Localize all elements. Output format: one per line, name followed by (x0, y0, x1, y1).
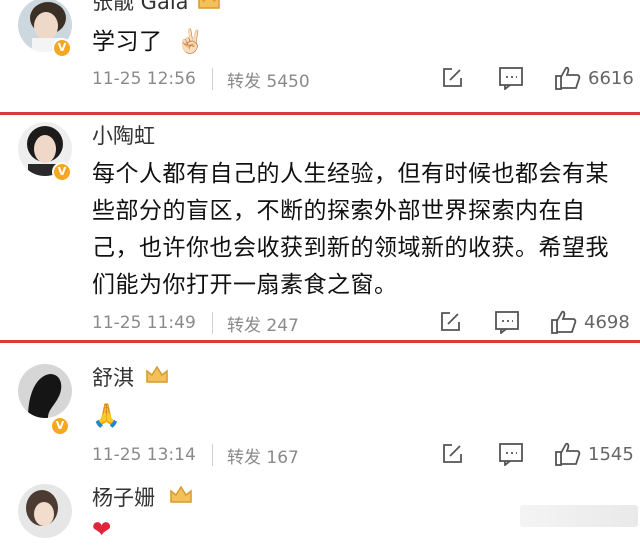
heart-emoji: ❤ (92, 517, 112, 543)
like-button[interactable]: 1545 (554, 440, 634, 468)
verified-badge-icon: V (52, 38, 72, 58)
comment-username[interactable]: 张靓 Gala (92, 0, 189, 16)
verified-badge-icon: V (52, 162, 72, 182)
like-count: 1545 (588, 443, 634, 465)
comment-text-body: 学习了 (92, 29, 163, 55)
edit-icon[interactable] (440, 442, 464, 466)
crown-badge-icon (198, 0, 220, 9)
divider (212, 68, 213, 90)
comment-time: 11-25 12:56 (92, 69, 196, 89)
like-count: 4698 (584, 311, 630, 333)
crown-badge-icon (170, 485, 192, 503)
folded-hands-emoji: 🙏 (92, 403, 122, 429)
divider (212, 312, 213, 334)
edit-icon[interactable] (438, 310, 462, 334)
victory-hand-emoji: ✌🏻 (176, 29, 206, 55)
comment-text: 每个人都有自己的人生经验，但有时候也都会有某些部分的盲区，不断的探索外部世界探索… (92, 161, 609, 298)
comment-icon[interactable] (498, 442, 524, 466)
comment-icon[interactable] (498, 66, 524, 90)
avatar[interactable] (18, 484, 72, 538)
like-icon (555, 442, 581, 466)
edit-icon[interactable] (440, 66, 464, 90)
verified-badge-icon: V (50, 416, 70, 436)
comment-time: 11-25 13:14 (92, 445, 196, 465)
blurred-overlay (520, 505, 638, 527)
comment-text: 学习了 ✌🏻 (92, 24, 626, 61)
comment-icon[interactable] (494, 310, 520, 334)
like-icon (551, 310, 577, 334)
like-count: 6616 (588, 67, 634, 89)
comment-time: 11-25 11:49 (92, 313, 196, 333)
comment-username[interactable]: 小陶虹 (92, 120, 155, 150)
repost-count[interactable]: 转发 5450 (227, 67, 310, 92)
repost-count[interactable]: 转发 247 (227, 311, 299, 336)
comment-username[interactable]: 舒淇 (92, 362, 134, 392)
avatar[interactable] (18, 364, 72, 418)
like-icon (555, 66, 581, 90)
repost-count[interactable]: 转发 167 (227, 443, 299, 468)
comment-text: 🙏 (92, 398, 626, 435)
like-button[interactable]: 6616 (554, 64, 634, 92)
divider (212, 444, 213, 466)
like-button[interactable]: 4698 (550, 308, 630, 336)
crown-badge-icon (146, 365, 168, 383)
comment-username[interactable]: 杨子姗 (92, 482, 155, 512)
